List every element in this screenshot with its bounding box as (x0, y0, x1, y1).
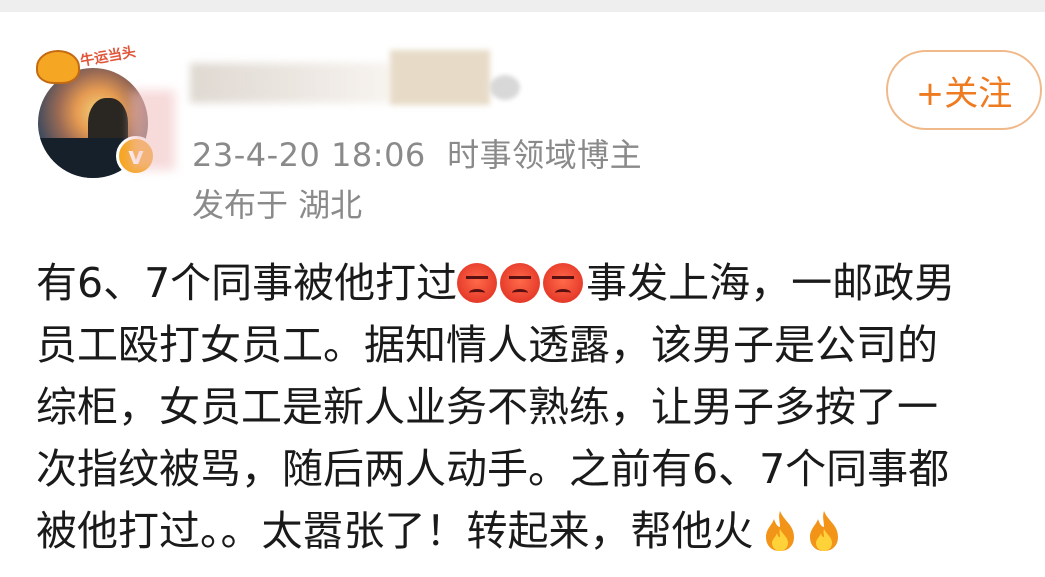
post-line: 次指纹被骂，随后两人动手。之前有6、7个同事都 (36, 445, 950, 493)
post-line: 有6、7个同事被他打过 事发上海，一邮政男 (36, 252, 1036, 314)
post-text: 事发上海，一邮政男 (586, 259, 956, 307)
post-location: 发布于 湖北 (192, 186, 363, 224)
post-meta: 23-4-20 18:06 时事领域博主 (192, 130, 642, 176)
fire-icon (765, 511, 794, 551)
redaction-blur (130, 90, 175, 170)
redaction-blur (390, 50, 490, 105)
post-line: 员工殴打女员工。据知情人透露，该男子是公司的 (36, 321, 938, 369)
post-line: 综柜，女员工是新人业务不熟练，让男子多按了一 (36, 383, 938, 431)
angry-face-icon (500, 263, 541, 303)
post-line: 被他打过。。太嚣张了！转起来，帮他火 (36, 500, 1036, 562)
follow-button[interactable]: +关注 (886, 50, 1042, 130)
post-body: 有6、7个同事被他打过 事发上海，一邮政男 员工殴打女员工。据知情人透露，该男子是… (36, 252, 1036, 562)
angry-face-icon (543, 263, 584, 303)
post-text: 被他打过。。太嚣张了！转起来，帮他火 (36, 507, 754, 555)
username-redacted[interactable] (190, 45, 535, 105)
redaction-blur (190, 63, 390, 103)
avatar-badge-text: 牛运当头 (79, 44, 138, 70)
top-strip (0, 0, 1045, 12)
cow-mascot-icon (36, 50, 80, 84)
post-text: 有6、7个同事被他打过 (36, 259, 458, 307)
redaction-blur (490, 75, 520, 100)
avatar-decoration-badge: 牛运当头 (30, 40, 150, 90)
angry-face-icon (457, 263, 498, 303)
post-timestamp: 23-4-20 18:06 (192, 136, 426, 174)
author-title: 时事领域博主 (447, 136, 643, 174)
fire-icon (809, 511, 838, 551)
